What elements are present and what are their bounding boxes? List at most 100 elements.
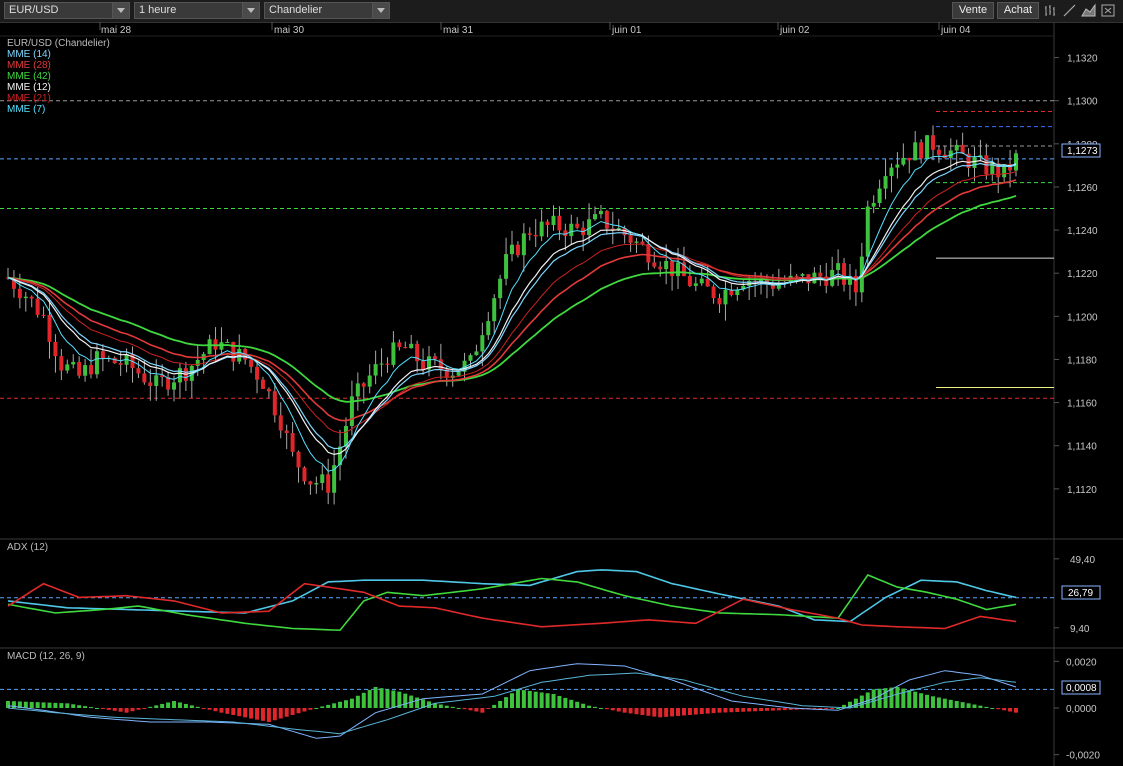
symbol-select-value: EUR/USD <box>9 4 59 16</box>
candle-body <box>326 474 331 493</box>
macd-histogram-bar <box>628 708 633 714</box>
candle-body <box>670 260 675 277</box>
macd-histogram-bar <box>551 694 556 708</box>
candle-body <box>468 355 473 361</box>
macd-histogram-bar <box>622 708 627 713</box>
macd-histogram-bar <box>403 693 408 708</box>
area-chart-icon[interactable] <box>1081 3 1097 18</box>
candle-body <box>456 371 461 376</box>
macd-histogram-bar <box>59 703 64 708</box>
legend-mme-14: MME (14) <box>7 49 51 60</box>
candle-body <box>699 278 704 284</box>
macd-histogram-bar <box>711 708 716 714</box>
macd-histogram-bar <box>776 708 781 711</box>
macd-histogram-bar <box>996 708 1001 710</box>
macd-histogram-bar <box>593 706 598 708</box>
candle-body <box>77 361 82 376</box>
macd-tick-label: 0,0020 <box>1066 657 1097 668</box>
macd-histogram-bar <box>385 689 390 708</box>
symbol-select[interactable]: EUR/USD <box>4 2 130 19</box>
candle-body <box>100 351 105 359</box>
macd-histogram-bar <box>213 708 218 712</box>
candle-body <box>504 254 509 279</box>
macd-histogram-bar <box>640 708 645 715</box>
candle-body <box>634 241 639 243</box>
macd-histogram-bar <box>148 706 153 708</box>
line-chart-icon[interactable] <box>1062 3 1078 18</box>
macd-histogram-bar <box>65 703 70 708</box>
candle-body <box>575 223 580 228</box>
macd-histogram-bar <box>391 690 396 708</box>
candle-body <box>527 233 532 235</box>
macd-histogram-bar <box>693 708 698 715</box>
candle-body <box>296 451 301 468</box>
candle-body <box>521 233 526 256</box>
candle-body <box>391 342 396 365</box>
macd-histogram-bar <box>183 703 188 708</box>
candle-body <box>818 272 823 277</box>
candle-body <box>272 391 277 416</box>
mme-12-line <box>7 159 1017 456</box>
macd-histogram-bar <box>278 708 283 719</box>
macd-histogram-bar <box>243 708 248 718</box>
macd-histogram-bar <box>486 708 491 709</box>
candle-body <box>492 298 497 322</box>
macd-histogram-bar <box>604 708 609 710</box>
macd-histogram-bar <box>919 693 924 708</box>
legend-mme-21: MME (21) <box>7 93 51 104</box>
expand-icon[interactable] <box>1100 3 1116 18</box>
price-tick-label: 1,1180 <box>1067 355 1097 366</box>
macd-histogram-bar <box>290 708 295 715</box>
candle-body <box>474 351 479 356</box>
candle-body <box>640 241 645 244</box>
candle-body <box>901 157 906 165</box>
sell-button[interactable]: Vente <box>952 2 994 19</box>
macd-histogram-bar <box>984 706 989 708</box>
candle-body <box>913 142 918 161</box>
macd-histogram-bar <box>818 708 823 709</box>
legend-mme-28: MME (28) <box>7 60 51 71</box>
macd-histogram-bar <box>521 690 526 708</box>
macd-histogram-bar <box>106 708 111 710</box>
macd-histogram-bar <box>764 708 769 711</box>
interval-select[interactable]: 1 heure <box>134 2 260 19</box>
legend-mme-42: MME (42) <box>7 71 51 82</box>
macd-histogram-bar <box>6 701 10 708</box>
macd-histogram-bar <box>47 702 52 708</box>
buy-button[interactable]: Achat <box>997 2 1039 19</box>
macd-histogram-bar <box>948 699 953 708</box>
candle-body <box>664 260 669 270</box>
candle-body <box>320 474 325 483</box>
macd-histogram-bar <box>563 697 568 708</box>
macd-histogram-bar <box>379 688 384 708</box>
candle-body <box>53 341 58 357</box>
candle-body <box>89 365 94 375</box>
candle-body <box>1014 153 1018 171</box>
macd-histogram-bar <box>658 708 663 718</box>
macd-histogram-bar <box>610 708 615 711</box>
candle-body <box>498 278 503 299</box>
macd-histogram-bar <box>349 698 354 708</box>
macd-histogram-bar <box>326 704 331 708</box>
macd-histogram-bar <box>237 708 242 717</box>
bar-chart-icon[interactable] <box>1043 3 1059 18</box>
candle-body <box>800 274 805 276</box>
candle-body <box>794 275 799 277</box>
price-tick-label: 1,1120 <box>1067 485 1097 496</box>
candle-body <box>29 296 34 299</box>
macd-histogram-bar <box>41 702 46 708</box>
time-tick-label: juin 01 <box>611 25 642 36</box>
candle-body <box>17 288 22 299</box>
chart-type-select[interactable]: Chandelier <box>264 2 390 19</box>
time-axis: mai 28 mai 30 mai 31 juin 01 juin 02 jui… <box>99 22 971 36</box>
candle-body <box>717 298 722 305</box>
macd-current-label: 0,0008 <box>1066 683 1097 694</box>
macd-histogram-bar <box>343 700 348 708</box>
macd-histogram-bar <box>100 708 105 709</box>
macd-histogram-bar <box>130 708 135 712</box>
chevron-down-icon <box>112 3 129 18</box>
macd-histogram-bar <box>272 708 277 721</box>
macd-histogram-bar <box>219 708 224 713</box>
macd-histogram-bar <box>225 708 230 714</box>
macd-histogram-bar <box>142 708 147 709</box>
